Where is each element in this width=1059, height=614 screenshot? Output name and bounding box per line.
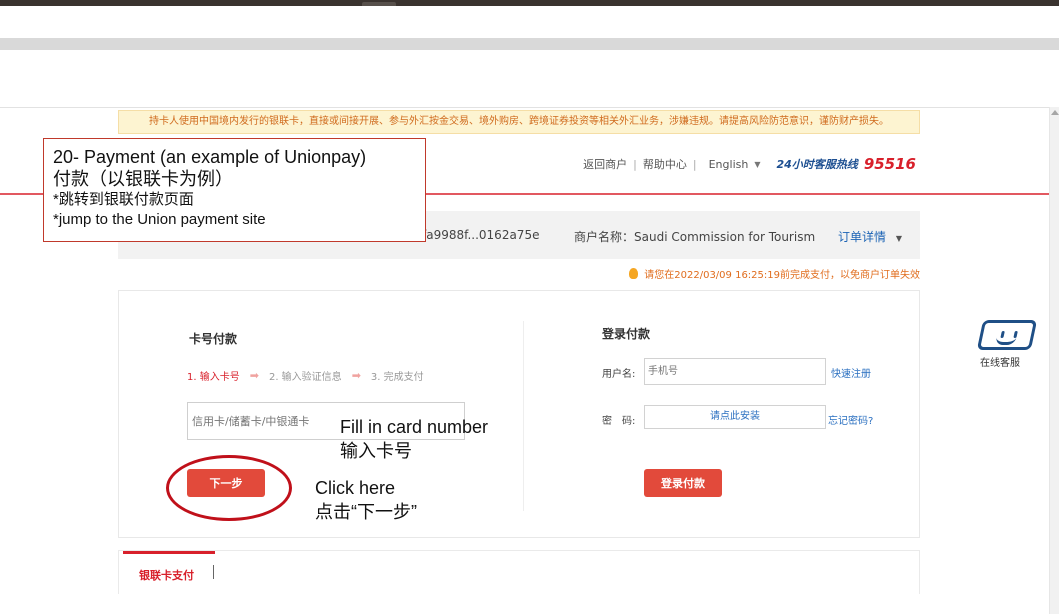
nav-separator: | (633, 157, 637, 171)
step-enter-card: 1. 输入卡号 (187, 372, 240, 383)
password-label: 密 码: (602, 416, 636, 427)
card-pay-title: 卡号付款 (189, 332, 238, 346)
annotation-line-3: *跳转到银联付款页面 (53, 191, 194, 208)
step-verify: 2. 输入验证信息 (268, 372, 342, 383)
return-merchant-link[interactable]: 返回商户 (583, 156, 627, 172)
fill-annotation-cn: 输入卡号 (340, 441, 412, 461)
payment-tabs: 银联卡支付 (118, 550, 920, 594)
online-customer-service[interactable]: 在线客服 (976, 318, 1038, 370)
customer-service-label: 在线客服 (980, 358, 1020, 369)
payment-deadline: 请您在2022/03/09 16:25:19前完成支付，以免商户订单失效 (629, 266, 920, 281)
browser-toolbar-bar (0, 38, 1059, 50)
vertical-scrollbar[interactable] (1049, 107, 1059, 614)
forgot-password-link[interactable]: 忘记密码? (828, 412, 873, 427)
merchant-name: 商户名称：Saudi Commission for Tourism (574, 230, 816, 244)
install-security-control[interactable]: 请点此安装 (644, 405, 826, 429)
hotline-label: 24小时客服热线 (776, 158, 858, 171)
deadline-text: 请您在2022/03/09 16:25:19前完成支付，以免商户订单失效 (644, 270, 920, 281)
annotation-callout: 20- Payment (an example of Unionpay) 付款（… (43, 138, 426, 242)
payment-steps: 1. 输入卡号 ➡ 2. 输入验证信息 ➡ 3. 完成支付 (187, 368, 424, 383)
step-complete: 3. 完成支付 (370, 372, 424, 383)
scroll-up-arrow-icon[interactable] (1051, 110, 1059, 115)
order-details-toggle[interactable]: 订单详情 ▼ (838, 228, 902, 245)
chevron-down-icon[interactable]: ▼ (754, 160, 760, 169)
username-label: 用户名: (602, 369, 636, 380)
click-annotation-cn: 点击“下一步” (315, 502, 417, 522)
tab-unionpay-card[interactable]: 银联卡支付 (139, 567, 194, 583)
arrow-right-icon: ➡ (351, 369, 361, 382)
page-top-edge (0, 107, 1049, 108)
login-pay-button[interactable]: 登录付款 (644, 469, 722, 497)
phone-input[interactable] (644, 358, 826, 385)
chat-face-mouth (994, 337, 1017, 345)
caret-down-icon: ▼ (895, 234, 902, 243)
fill-annotation-en: Fill in card number (340, 417, 489, 437)
tab-separator (213, 565, 214, 579)
panel-divider (523, 321, 524, 511)
chat-face-icon (976, 320, 1038, 350)
click-here-annotation: Click here 点击“下一步” (315, 476, 417, 524)
nav-separator: | (692, 157, 697, 171)
risk-notice-banner: 持卡人使用中国境内发行的银联卡，直接或间接开展、参与外汇按金交易、境外购房、跨境… (118, 110, 920, 134)
order-details-label: 订单详情 (838, 230, 887, 244)
click-annotation-en: Click here (315, 478, 396, 498)
browser-top-strip (0, 0, 1059, 6)
tab-notch (362, 2, 396, 6)
help-center-link[interactable]: 帮助中心 (643, 156, 687, 172)
annotation-line-1: 20- Payment (an example of Unionpay) (53, 147, 367, 167)
arrow-right-icon: ➡ (249, 369, 259, 382)
fill-card-annotation: Fill in card number 输入卡号 (340, 415, 488, 463)
highlight-oval (166, 455, 292, 521)
login-pay-title: 登录付款 (602, 327, 651, 341)
top-nav: 返回商户 | 帮助中心 | English ▼ 24小时客服热线 95516 (583, 154, 916, 174)
language-selector[interactable]: English (709, 158, 749, 171)
quick-register-link[interactable]: 快速注册 (831, 365, 871, 380)
annotation-line-4: *jump to the Union payment site (53, 211, 266, 228)
hotline-number: 95516 (863, 155, 916, 173)
order-id: fa9988f...0162a75e (422, 228, 540, 242)
annotation-line-2: 付款（以银联卡为例） (53, 169, 233, 189)
lightbulb-icon (629, 268, 639, 279)
active-tab-indicator (123, 551, 215, 554)
